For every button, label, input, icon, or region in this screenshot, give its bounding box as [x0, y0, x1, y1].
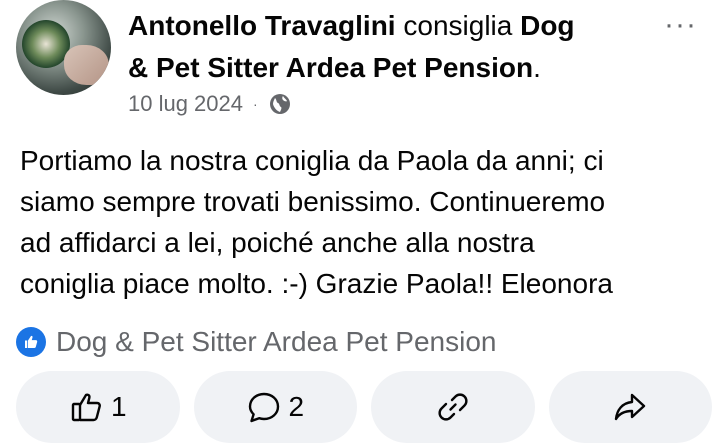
like-count: 1	[110, 391, 127, 422]
post-header-line-1: Antonello Travaglini consiglia Dog	[128, 8, 575, 44]
author-avatar[interactable]	[16, 0, 111, 95]
thumbs-up-badge-icon	[16, 327, 46, 357]
post-body-line: siamo sempre trovati benissimo. Continue…	[20, 186, 606, 217]
page-name-part2[interactable]: & Pet Sitter Ardea Pet Pension	[128, 52, 533, 83]
post-date[interactable]: 10 lug 2024	[128, 91, 243, 117]
share-arrow-icon	[615, 393, 646, 421]
avatar-tin-image	[22, 20, 70, 68]
comment-count: 2	[288, 391, 305, 422]
post-meta: 10 lug 2024 ·	[128, 91, 292, 117]
action-bar: 1 2	[16, 371, 712, 443]
thumbs-up-icon	[71, 393, 101, 422]
post-body-line: Portiamo la nostra coniglia da Paola da …	[20, 145, 604, 176]
header-period: .	[533, 52, 541, 83]
like-button[interactable]: 1	[16, 371, 180, 443]
copy-link-button[interactable]	[371, 371, 535, 443]
comment-button[interactable]: 2	[193, 371, 357, 443]
page-name-part1[interactable]: Dog	[520, 10, 574, 41]
globe-icon	[269, 94, 290, 114]
author-name[interactable]: Antonello Travaglini	[128, 10, 396, 41]
more-options-icon[interactable]: ···	[664, 8, 697, 42]
share-button[interactable]	[548, 371, 712, 443]
recommendation-row[interactable]: Dog & Pet Sitter Ardea Pet Pension	[16, 326, 496, 358]
post-body: Portiamo la nostra coniglia da Paola da …	[20, 140, 710, 304]
post-body-line: ad affidarci a lei, poiché anche alla no…	[20, 227, 535, 258]
meta-separator: ·	[253, 96, 258, 112]
link-icon	[438, 393, 468, 421]
post-body-line: coniglia piace molto. :-) Grazie Paola!!…	[20, 268, 613, 299]
comment-bubble-icon	[249, 392, 280, 423]
recommended-page-label[interactable]: Dog & Pet Sitter Ardea Pet Pension	[56, 326, 496, 358]
avatar-hand-image	[64, 45, 109, 85]
post-header-line-2: & Pet Sitter Ardea Pet Pension.	[128, 50, 541, 86]
recommend-verb: consiglia	[403, 10, 513, 41]
